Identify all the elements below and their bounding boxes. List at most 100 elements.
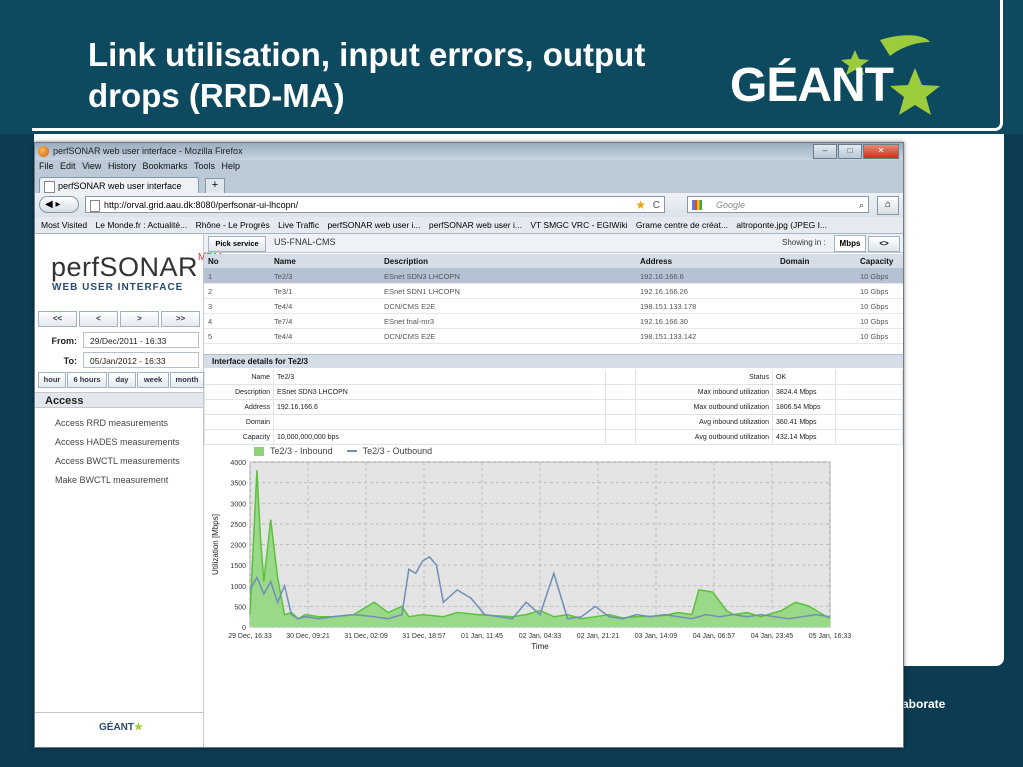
table-row[interactable]: 5 Te4/4 DCN/CMS E2E 198.151.133.142 10 G… — [204, 328, 903, 344]
range-month-button[interactable]: month — [170, 372, 204, 388]
range-6hours-button[interactable]: 6 hours — [67, 372, 107, 388]
close-button[interactable]: ✕ — [863, 144, 899, 159]
page-icon — [44, 181, 55, 193]
details-table: Name Te2/3 Status OK Description ESnet S… — [204, 370, 903, 445]
geant-footer-logo: GÉANT — [99, 722, 143, 733]
detail-spacer — [605, 370, 636, 385]
cell-name: Te4/4 — [270, 328, 380, 344]
table-header: No Name Description Address Domain Capac… — [204, 254, 903, 269]
access-hades-link[interactable]: Access HADES measurements — [55, 437, 180, 447]
minimize-button[interactable]: – — [813, 144, 837, 159]
back-forward-button[interactable]: ◀ ▸ — [39, 196, 79, 213]
slide-title-line1: Link utilisation, input errors, output — [88, 36, 646, 73]
search-icon[interactable]: ⌕ — [859, 197, 864, 214]
details-row: Description ESnet SDN3 LHCOPN Max inboun… — [204, 384, 903, 400]
bookmark-star-icon[interactable]: ★ — [635, 197, 646, 214]
geant-logo-text: GÉANT — [730, 59, 894, 112]
sidebar: perfSONARMDM WEB USER INTERFACE << < > >… — [35, 234, 222, 747]
menu-bookmarks[interactable]: Bookmarks — [142, 161, 187, 171]
menu-help[interactable]: Help — [222, 161, 241, 171]
x-tick-label: 04 Jan, 23:45 — [751, 633, 794, 640]
cell-name: Te4/4 — [270, 298, 380, 314]
detail-value — [272, 414, 607, 430]
bookmark-item[interactable]: Grame centre de créat... — [636, 220, 728, 230]
detail-spacer — [835, 370, 903, 385]
detail-key: Capacity — [204, 429, 274, 445]
nav-last-button[interactable]: >> — [161, 311, 200, 327]
table-row[interactable]: 1 Te2/3 ESnet SDN3 LHCOPN 192.16.166.6 1… — [204, 268, 903, 284]
bookmark-item[interactable]: Live Traffic — [278, 220, 319, 230]
y-tick-label: 1500 — [230, 563, 246, 570]
range-day-button[interactable]: day — [108, 372, 136, 388]
legend-inbound-label: Te2/3 - Inbound — [270, 446, 333, 456]
detail-value: Te2/3 — [272, 370, 607, 385]
bookmark-item[interactable]: Most Visited — [41, 220, 87, 230]
cell-no: 1 — [204, 268, 270, 284]
detail-spacer — [835, 414, 903, 430]
range-hour-button[interactable]: hour — [38, 372, 66, 388]
detail-value: 360.41 Mbps — [772, 414, 836, 430]
nav-next-button[interactable]: > — [120, 311, 159, 327]
url-bar[interactable]: http://orval.grid.aau.dk:8080/perfsonar-… — [85, 196, 665, 213]
table-row[interactable]: 2 Te3/1 ESnet SDN1 LHCOPN 192.16.166.26 … — [204, 283, 903, 299]
bookmark-item[interactable]: altroponte.jpg (JPEG I... — [736, 220, 827, 230]
slide-footer-text: aborate — [902, 697, 946, 711]
to-date-field[interactable]: 05/Jan/2012 - 16:33 — [83, 352, 199, 368]
column-header: Name — [270, 254, 380, 269]
detail-spacer — [835, 384, 903, 400]
showing-label: Showing in : — [782, 238, 826, 247]
make-bwctl-link[interactable]: Make BWCTL measurement — [55, 475, 168, 485]
main-panel: Pick service US-FNAL-CMS Showing in : Mb… — [204, 234, 903, 747]
nav-first-button[interactable]: << — [38, 311, 77, 327]
home-button[interactable]: ⌂ — [877, 196, 899, 215]
range-week-button[interactable]: week — [137, 372, 169, 388]
menu-tools[interactable]: Tools — [194, 161, 215, 171]
menu-history[interactable]: History — [108, 161, 136, 171]
detail-key: Max outbound utilization — [635, 399, 773, 415]
access-rrd-link[interactable]: Access RRD measurements — [55, 418, 168, 428]
bookmark-item[interactable]: Le Monde.fr : Actualité... — [96, 220, 188, 230]
menu-file[interactable]: File — [39, 161, 54, 171]
bookmark-item[interactable]: perfSONAR web user i... — [429, 220, 522, 230]
tab-perfsonar[interactable]: perfSONAR web user interface — [39, 177, 199, 193]
detail-key: Domain — [204, 414, 274, 430]
sidebar-divider — [35, 712, 203, 713]
table-row[interactable]: 4 Te7/4 ESnet fnal-mr3 192.16.166.30 10 … — [204, 313, 903, 329]
firefox-icon — [38, 146, 49, 157]
nav-prev-button[interactable]: < — [79, 311, 118, 327]
from-label: From: — [51, 336, 78, 346]
detail-value: OK — [772, 370, 836, 385]
geant-logo: GÉANT — [730, 30, 950, 120]
table-row[interactable]: 3 Te4/4 DCN/CMS E2E 198.151.133.178 10 G… — [204, 298, 903, 314]
bookmark-item[interactable]: VT SMGC VRC - EGIWiki — [530, 220, 627, 230]
detail-key: Name — [204, 370, 274, 385]
search-input[interactable]: Google ⌕ — [687, 196, 869, 213]
access-bwctl-link[interactable]: Access BWCTL measurements — [55, 456, 180, 466]
interfaces-table: No Name Description Address Domain Capac… — [204, 254, 903, 344]
cell-description: ESnet fnal-mr3 — [380, 313, 636, 329]
cell-description: DCN/CMS E2E — [380, 298, 636, 314]
cell-no: 5 — [204, 328, 270, 344]
y-tick-label: 2500 — [230, 522, 246, 529]
bookmark-item[interactable]: perfSONAR web user i... — [327, 220, 420, 230]
cell-domain — [776, 268, 856, 284]
navigation-bar: ◀ ▸ http://orval.grid.aau.dk:8080/perfso… — [35, 193, 903, 217]
cell-description: ESnet SDN3 LHCOPN — [380, 268, 636, 284]
from-date-field[interactable]: 29/Dec/2011 - 16:33 — [83, 332, 199, 348]
cell-capacity: 10 Gbps — [856, 313, 903, 329]
swap-unit-button[interactable]: <> — [868, 236, 900, 252]
reload-icon[interactable]: C — [653, 197, 660, 214]
new-tab-button[interactable]: + — [205, 178, 225, 194]
unit-select[interactable]: Mbps — [834, 235, 866, 252]
cell-capacity: 10 Gbps — [856, 283, 903, 299]
cell-domain — [776, 298, 856, 314]
menu-edit[interactable]: Edit — [60, 161, 76, 171]
bookmark-item[interactable]: Rhône - Le Progrès — [196, 220, 270, 230]
maximize-button[interactable]: □ — [838, 144, 862, 159]
y-tick-label: 3500 — [230, 481, 246, 488]
x-tick-label: 02 Jan, 21:21 — [577, 633, 620, 640]
detail-value: 3824.4 Mbps — [772, 384, 836, 400]
menu-view[interactable]: View — [82, 161, 101, 171]
pick-service-button[interactable]: Pick service — [208, 236, 266, 252]
cell-no: 4 — [204, 313, 270, 329]
